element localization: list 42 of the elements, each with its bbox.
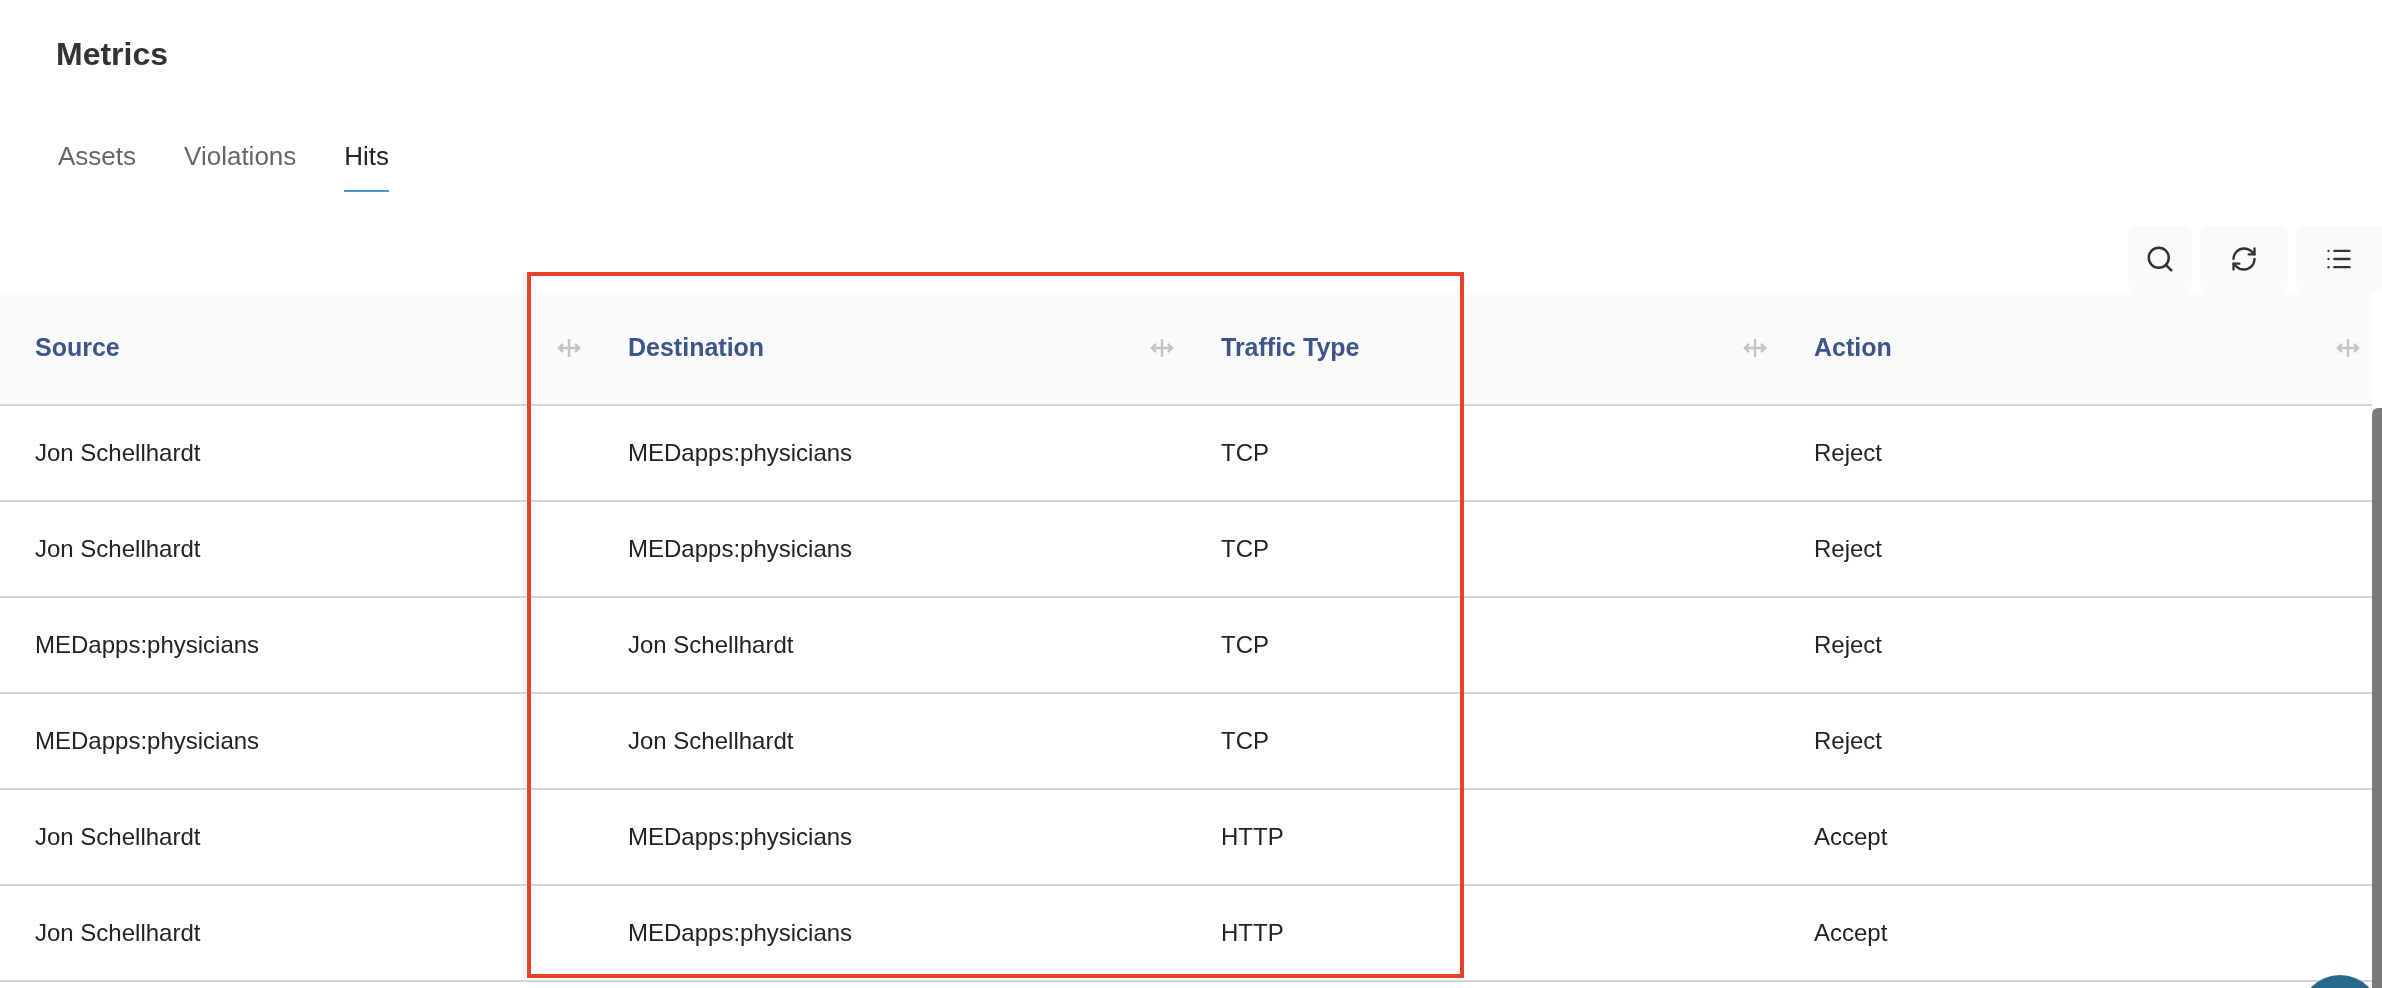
scrollbar[interactable]	[2372, 408, 2382, 988]
table-cell-text: Accept	[1814, 822, 1888, 852]
table-cell-text: Accept	[1814, 918, 1888, 948]
table-cell-text: TCP	[1221, 630, 1269, 660]
table-cell-text: MEDapps:physicians	[35, 630, 260, 660]
column-header[interactable]: Action	[1814, 329, 1892, 367]
table-cell-text: Jon Schellhardt	[35, 822, 201, 852]
table-cell-text: HTTP	[1221, 822, 1284, 852]
table-cell-text: Reject	[1814, 726, 1883, 756]
column-resize-icon[interactable]	[2336, 336, 2360, 360]
column-header[interactable]: Source	[35, 329, 120, 367]
table-cell-text: TCP	[1221, 534, 1269, 564]
refresh-icon	[2230, 245, 2258, 273]
tab[interactable]: Violations	[184, 140, 297, 192]
page-title: Metrics	[56, 35, 170, 74]
table-cell-text: Jon Schellhardt	[35, 438, 201, 468]
table-cell-text: MEDapps:physicians	[35, 726, 260, 756]
tab[interactable]: Assets	[58, 140, 137, 192]
column-resize-icon[interactable]	[557, 336, 581, 360]
refresh-button[interactable]	[2200, 226, 2288, 292]
table-cell-text: HTTP	[1221, 918, 1284, 948]
column-resize-icon[interactable]	[1150, 336, 1174, 360]
table-cell-text: MEDapps:physicians	[628, 822, 853, 852]
table-cell-text: TCP	[1221, 726, 1269, 756]
table-cell-text: TCP	[1221, 438, 1269, 468]
table-cell-text: MEDapps:physicians	[628, 918, 853, 948]
table-cell-text: Jon Schellhardt	[628, 630, 794, 660]
table-cell-text: Jon Schellhardt	[35, 534, 201, 564]
table-cell-text: Reject	[1814, 630, 1883, 660]
table-cell-text: Jon Schellhardt	[35, 918, 201, 948]
search-icon	[2145, 244, 2175, 274]
table-cell-text: MEDapps:physicians	[628, 534, 853, 564]
table-cell-text: Reject	[1814, 438, 1883, 468]
tab[interactable]: Hits	[344, 140, 390, 192]
table-cell-text: Jon Schellhardt	[628, 726, 794, 756]
search-button[interactable]	[2128, 226, 2192, 292]
list-view-button[interactable]	[2296, 226, 2382, 292]
column-resize-icon[interactable]	[1743, 336, 1767, 360]
table-cell-text: Reject	[1814, 534, 1883, 564]
column-header[interactable]: Destination	[628, 329, 765, 367]
table-cell-text: MEDapps:physicians	[628, 438, 853, 468]
column-header[interactable]: Traffic Type	[1221, 329, 1360, 367]
